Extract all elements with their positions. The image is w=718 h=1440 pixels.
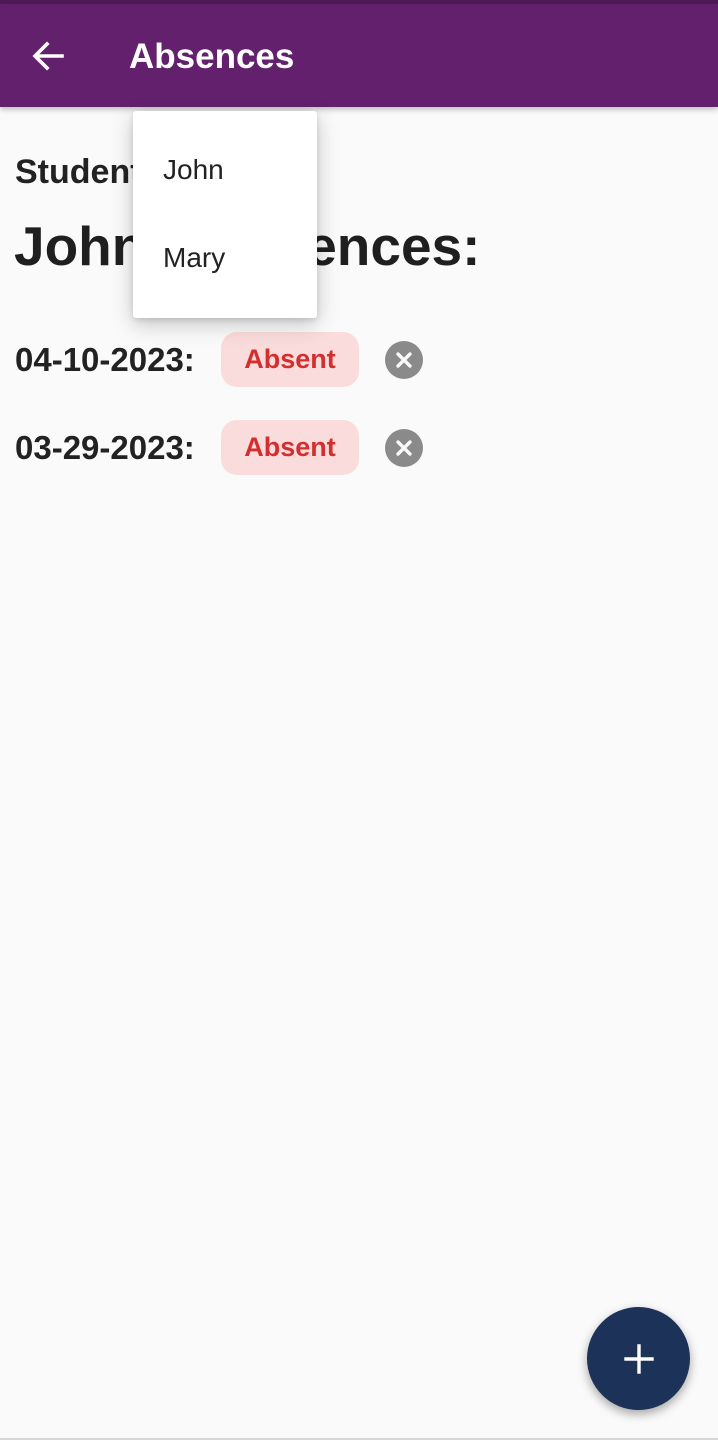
absence-date: 04-10-2023:	[15, 341, 195, 378]
page-title: Absences	[129, 37, 295, 76]
add-absence-button[interactable]	[587, 1307, 690, 1410]
student-dropdown-menu: John Mary	[133, 111, 317, 318]
remove-absence-button[interactable]	[385, 341, 423, 379]
arrow-back-icon	[32, 41, 64, 71]
plus-icon	[623, 1343, 654, 1374]
absence-row: 04-10-2023: Absent	[15, 332, 495, 388]
absence-row: 03-29-2023: Absent	[15, 420, 495, 476]
cancel-circle-icon	[396, 440, 412, 456]
cancel-circle-icon	[396, 352, 412, 368]
dropdown-option-john[interactable]: John	[133, 126, 317, 214]
dropdown-option-mary[interactable]: Mary	[133, 214, 317, 302]
remove-absence-button[interactable]	[385, 429, 423, 467]
back-button[interactable]	[20, 30, 76, 82]
student-label: Student	[15, 153, 142, 191]
absent-status-chip[interactable]: Absent	[221, 332, 359, 387]
app-bar: Absences	[0, 4, 718, 107]
absent-status-chip[interactable]: Absent	[221, 420, 359, 475]
absence-date: 03-29-2023:	[15, 429, 195, 466]
